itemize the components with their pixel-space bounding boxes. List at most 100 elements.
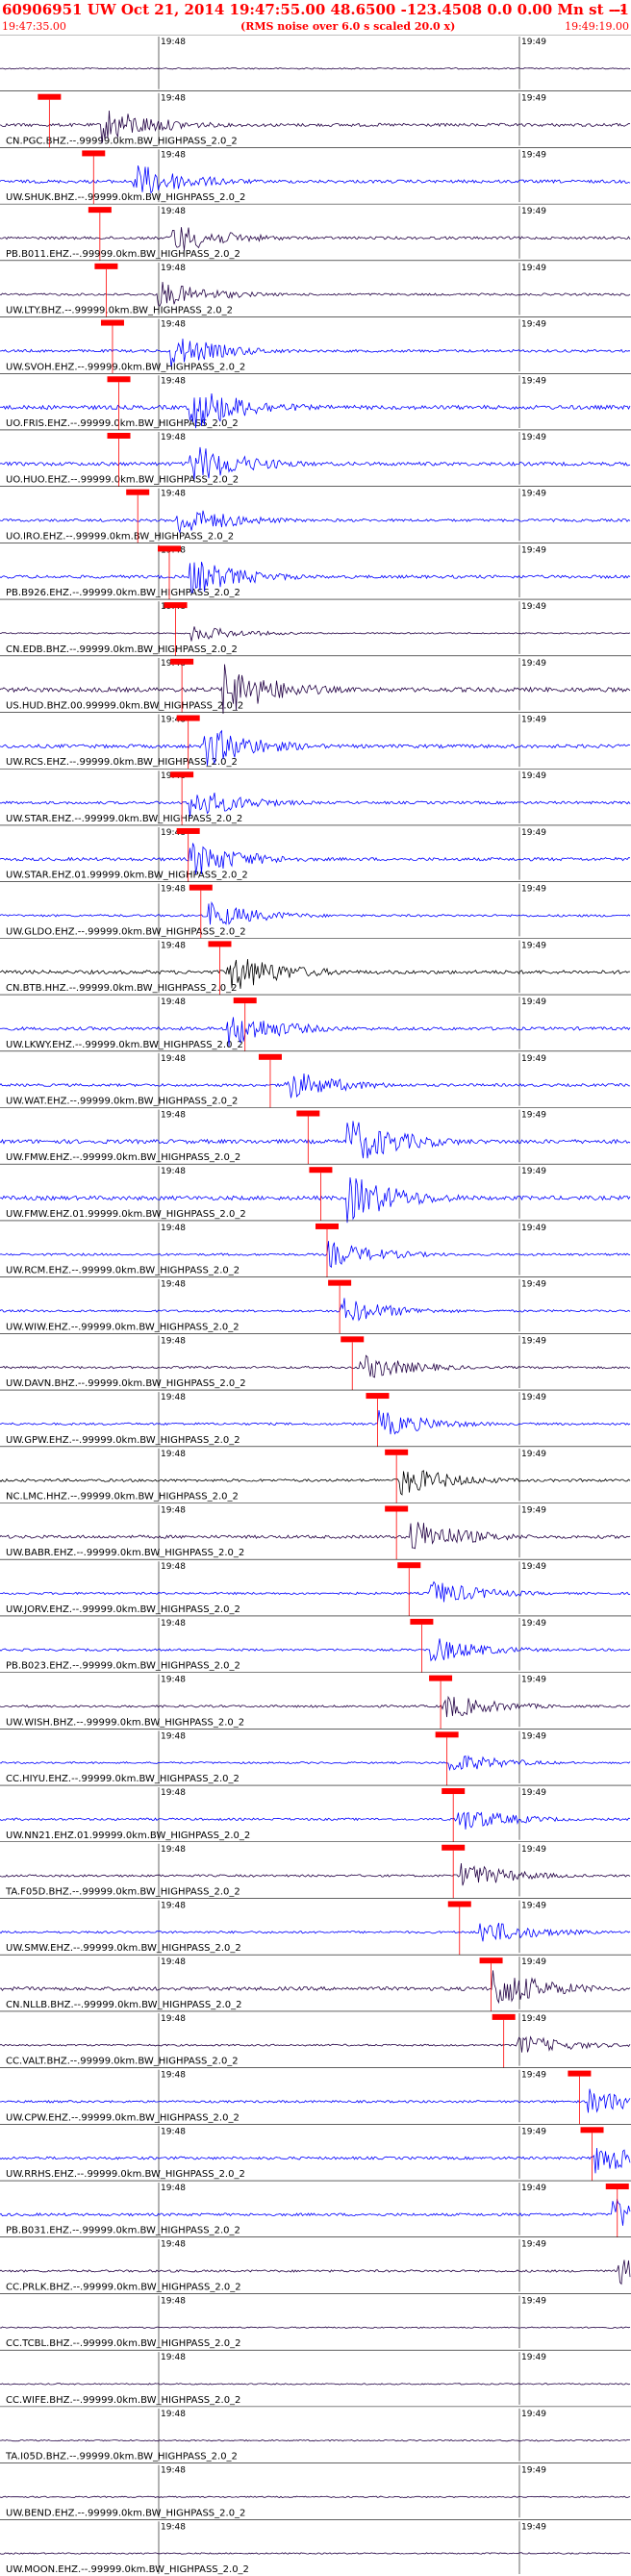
station-label: UW.CPW.EHZ.--.99999.0km.BW_HIGHPASS_2.0_… xyxy=(6,2112,240,2123)
trace-row: 19:48 19:49 UW.JORV.EHZ.--.99999.0km.BW_HI… xyxy=(0,1558,631,1616)
event-title: 60906951 UW Oct 21, 2014 19:47:55.00 48.… xyxy=(2,1,631,18)
waveform xyxy=(0,2552,631,2555)
waveform xyxy=(0,2383,631,2386)
pick-marker xyxy=(94,263,118,269)
tick-label: 19:48 xyxy=(161,1224,186,1233)
tick-label: 19:48 xyxy=(161,490,186,499)
tick-label: 19:49 xyxy=(521,1505,546,1515)
pick-marker xyxy=(170,771,194,778)
pick-marker xyxy=(492,2013,516,2020)
trace-row: 19:48 19:49 UW.RCM.EHZ.--.99999.0km.BW_HIG… xyxy=(0,1220,631,1277)
tick-label: 19:49 xyxy=(521,1957,546,1967)
trace-row: 19:48 19:49 TA.I05D.BHZ.--.99999.0km.BW_HI… xyxy=(0,2406,631,2462)
waveform xyxy=(0,510,631,534)
station-label: CN.BTB.HHZ.--.99999.0km.BW_HIGHPASS_2.0_… xyxy=(6,983,238,994)
waveform xyxy=(0,67,631,70)
trace-row: 19:48 19:49 PB.B011.EHZ.--.99999.0km.BW_HI… xyxy=(0,203,631,261)
pick-marker xyxy=(176,715,200,721)
trace-row: 19:48 19:49 UW.FMW.EHZ.--.99999.0km.BW_HIG… xyxy=(0,1107,631,1165)
waveform xyxy=(0,2198,631,2226)
tick-label: 19:49 xyxy=(521,2353,546,2362)
trace-row: 19:4819:49CN.EDB.BHZ.--.99999.0km.BW_HIG… xyxy=(0,598,631,656)
station-label: CC.VALT.BHZ.--.99999.0km.BW_HIGHPASS_2.0… xyxy=(6,2057,239,2067)
trace-row: 19:48 19:49 CC.WIFE.BHZ.--.99999.0km.BW_HI… xyxy=(0,2349,631,2406)
tick-label: 19:49 xyxy=(521,1731,546,1741)
waveform xyxy=(0,1811,631,1830)
scaling-note: (RMS noise over 6.0 s scaled 20.0 x) xyxy=(240,20,456,33)
tick-label: 19:49 xyxy=(521,828,546,838)
tick-label: 19:48 xyxy=(161,1731,186,1741)
trace-row: 19:48 19:49 CC.VALT.BHZ.--.99999.0km.BW_HI… xyxy=(0,2010,631,2068)
station-label: UW.FMW.EHZ.01.99999.0km.BW_HIGHPASS_2.0_… xyxy=(6,1209,246,1220)
station-label: TA.F05D.BHZ.--.99999.0km.BW_HIGHPASS_2.0… xyxy=(5,1886,240,1897)
waveform xyxy=(0,1580,631,1603)
trace-row: 19:48 19:49 UW.GLDO.EHZ.--.99999.0km.BW_HI… xyxy=(0,881,631,939)
pick-marker xyxy=(158,545,181,552)
tick-label: 19:48 xyxy=(161,207,186,216)
station-label: UW.SMW.EHZ.--.99999.0km.BW_HIGHPASS_2.0_… xyxy=(6,1943,241,1954)
station-label: UW.FMW.EHZ.--.99999.0km.BW_HIGHPASS_2.0_… xyxy=(6,1152,240,1163)
trace-row: 19:48 19:49 PB.B031.EHZ.--.99999.0km.BW_HI… xyxy=(0,2180,631,2237)
trace-row: 19:48 19:49 UO.IRO.EHZ.--.99999.0km.BW_HIG… xyxy=(0,486,631,543)
trace-row: 19:48 19:49 NC.LMC.HHZ.--.99999.0km.BW_HIG… xyxy=(0,1446,631,1503)
tick-label: 19:49 xyxy=(521,1619,546,1629)
pick-marker xyxy=(580,2127,604,2134)
tick-label: 19:48 xyxy=(161,2014,186,2024)
tick-label: 19:49 xyxy=(521,2184,546,2193)
tick-label: 19:48 xyxy=(161,376,186,386)
tick-label: 19:49 xyxy=(521,1450,546,1459)
station-label: CC.PRLK.BHZ.--.99999.0km.BW_HIGHPASS_2.0… xyxy=(6,2282,241,2292)
pick-marker xyxy=(309,1167,333,1174)
tick-label: 19:48 xyxy=(161,1280,186,1290)
station-label: NC.LMC.HHZ.--.99999.0km.BW_HIGHPASS_2.0_… xyxy=(6,1491,239,1502)
tick-label: 19:48 xyxy=(161,1393,186,1402)
tick-label: 19:49 xyxy=(521,376,546,386)
tick-label: 19:49 xyxy=(521,602,546,612)
pick-marker xyxy=(385,1449,409,1455)
trace-row: 19:48 19:49 CC.HIYU.EHZ.--.99999.0km.BW_HI… xyxy=(0,1729,631,1786)
tick-label: 19:48 xyxy=(161,1788,186,1798)
pick-marker xyxy=(435,1731,459,1738)
trace-row: 19:48 19:49UW.RCS.EHZ.--.99999.0km.BW_HIG… xyxy=(0,712,631,770)
waveform xyxy=(0,227,631,251)
trace-row: 19:48 19:49 CC.PRLK.BHZ.--.99999.0km.BW_HI… xyxy=(0,2236,631,2292)
waveform xyxy=(0,1755,631,1772)
pick-marker xyxy=(296,1110,320,1117)
waveform xyxy=(0,2088,631,2113)
pick-marker xyxy=(208,941,232,947)
tick-label: 19:49 xyxy=(521,2127,546,2136)
station-label: UW.LTY.BHZ.--.99999.0km.BW_HIGHPASS_2.0_… xyxy=(6,306,233,316)
waveform xyxy=(0,1298,631,1322)
tick-label: 19:49 xyxy=(521,2240,546,2250)
tick-label: 19:49 xyxy=(521,1054,546,1064)
record-header: 60906951 UW Oct 21, 2014 19:47:55.00 48.… xyxy=(0,0,631,35)
tick-label: 19:49 xyxy=(521,2410,546,2419)
tick-label: 19:49 xyxy=(521,2014,546,2024)
pick-marker xyxy=(385,1505,409,1512)
station-label: PB.B031.EHZ.--.99999.0km.BW_HIGHPASS_2.0… xyxy=(6,2226,240,2236)
trace-row: 19:48 19:49 CN.NLLB.BHZ.--.99999.0km.BW_HI… xyxy=(0,1954,631,2011)
station-label: UW.MOON.EHZ.--.99999.0km.BW_HIGHPASS_2.0… xyxy=(6,2564,249,2575)
waveform xyxy=(0,1522,631,1550)
pick-marker xyxy=(100,319,124,326)
waveform xyxy=(0,1073,631,1099)
tick-label: 19:49 xyxy=(521,150,546,160)
waveform xyxy=(0,1862,631,1886)
station-label: UO.HUO.EHZ.--.99999.0km.BW_HIGHPASS_2.0_… xyxy=(6,475,239,486)
tick-label: 19:48 xyxy=(161,2127,186,2136)
station-label: CN.PGC.BHZ.--.99999.0km.BW_HIGHPASS_2.0_… xyxy=(6,136,238,146)
station-label: PB.B011.EHZ.--.99999.0km.BW_HIGHPASS_2.0… xyxy=(6,249,240,260)
tick-label: 19:48 xyxy=(161,2522,186,2532)
station-label: TA.I05D.BHZ.--.99999.0km.BW_HIGHPASS_2.0… xyxy=(5,2452,238,2462)
waveform xyxy=(0,2438,630,2442)
tick-label: 19:49 xyxy=(521,771,546,781)
tick-label: 19:49 xyxy=(521,490,546,499)
tick-label: 19:49 xyxy=(521,1676,546,1685)
station-label: UW.RCS.EHZ.--.99999.0km.BW_HIGHPASS_2.0_… xyxy=(6,757,238,768)
tick-label: 19:48 xyxy=(161,1957,186,1967)
station-label: UW.WISH.BHZ.--.99999.0km.BW_HIGHPASS_2.0… xyxy=(6,1717,244,1728)
pick-marker xyxy=(88,207,112,214)
trace-row: 19:48 19:49 UW.RRHS.EHZ.--.99999.0km.BW_HI… xyxy=(0,2124,631,2182)
station-label: UW.BEND.EHZ.--.99999.0km.BW_HIGHPASS_2.0… xyxy=(6,2508,245,2518)
trace-row: 19:48 19:49 UW.SMW.EHZ.--.99999.0km.BW_HIG… xyxy=(0,1898,631,1956)
